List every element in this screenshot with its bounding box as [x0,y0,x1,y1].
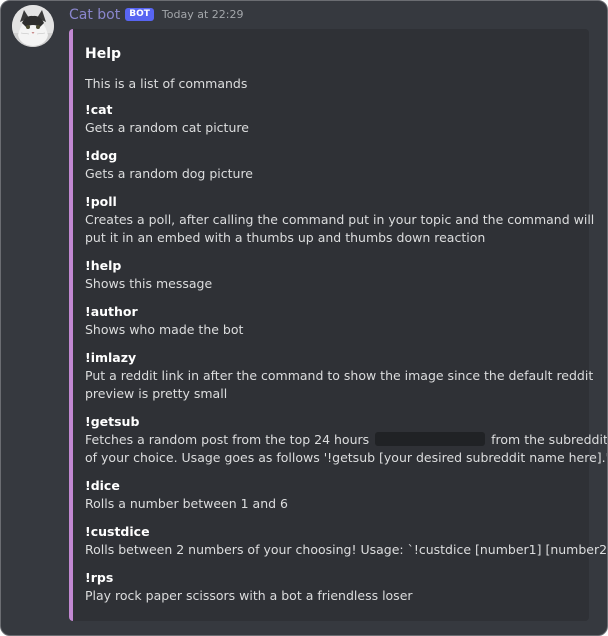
command-field-custdice: !custdice Rolls between 2 numbers of you… [85,523,608,559]
field-value: Rolls a number between 1 and 6 [85,496,288,511]
field-name: !author [85,304,138,319]
embed-description: This is a list of commands [85,76,248,91]
field-value: Gets a random cat picture [85,120,249,135]
message-timestamp: Today at 22:29 [161,8,244,21]
message-header: Cat bot BOT Today at 22:29 [69,5,243,25]
field-name: !dice [85,478,120,493]
field-value: Rolls between 2 numbers of your choosing… [85,542,608,557]
field-name: !imlazy [85,350,137,365]
command-field-rps: !rps Play rock paper scissors with a bot… [85,569,581,605]
command-field-cat: !cat Gets a random cat picture [85,101,581,137]
field-value: Shows who made the bot [85,322,244,337]
discord-message-window: Cat bot BOT Today at 22:29 Help This is … [0,0,608,636]
help-embed: Help This is a list of commands !cat Get… [69,29,608,621]
field-value-line-1: Creates a poll, after calling the comman… [85,212,595,227]
command-field-imlazy: !imlazy Put a reddit link in after the c… [85,349,594,403]
bot-badge: BOT [125,7,154,21]
field-value-line-2: of your choice. Usage goes as follows '!… [85,450,608,465]
command-field-help: !help Shows this message [85,257,581,293]
field-name: !poll [85,194,117,209]
bot-avatar[interactable] [12,5,54,47]
command-field-poll: !poll Creates a poll, after calling the … [85,193,595,247]
spoiler-text[interactable] [375,432,486,446]
field-value-line-1: Fetches a random post from the top 24 ho… [85,431,607,449]
field-value: Shows this message [85,276,213,291]
field-value-post: from the subreddit [491,432,608,447]
command-field-author: !author Shows who made the bot [85,303,581,339]
embed-title: Help [85,46,122,62]
field-name: !cat [85,102,113,117]
bot-username[interactable]: Cat bot [69,5,120,25]
field-name: !getsub [85,414,140,429]
command-field-getsub: !getsub Fetches a random post from the t… [85,413,608,467]
command-field-dice: !dice Rolls a number between 1 and 6 [85,477,581,513]
field-name: !custdice [85,524,150,539]
cat-photo-icon [12,5,54,47]
command-field-dog: !dog Gets a random dog picture [85,147,581,183]
field-name: !rps [85,570,114,585]
field-name: !help [85,258,122,273]
field-value: Gets a random dog picture [85,166,253,181]
field-name: !dog [85,148,118,163]
field-value: Play rock paper scissors with a bot a fr… [85,588,413,603]
field-value-line-2: preview is pretty small [85,386,228,401]
field-value-line-1: Put a reddit link in after the command t… [85,368,594,383]
field-value-line-2: put it in an embed with a thumbs up and … [85,230,486,245]
field-value-pre: Fetches a random post from the top 24 ho… [85,432,370,447]
